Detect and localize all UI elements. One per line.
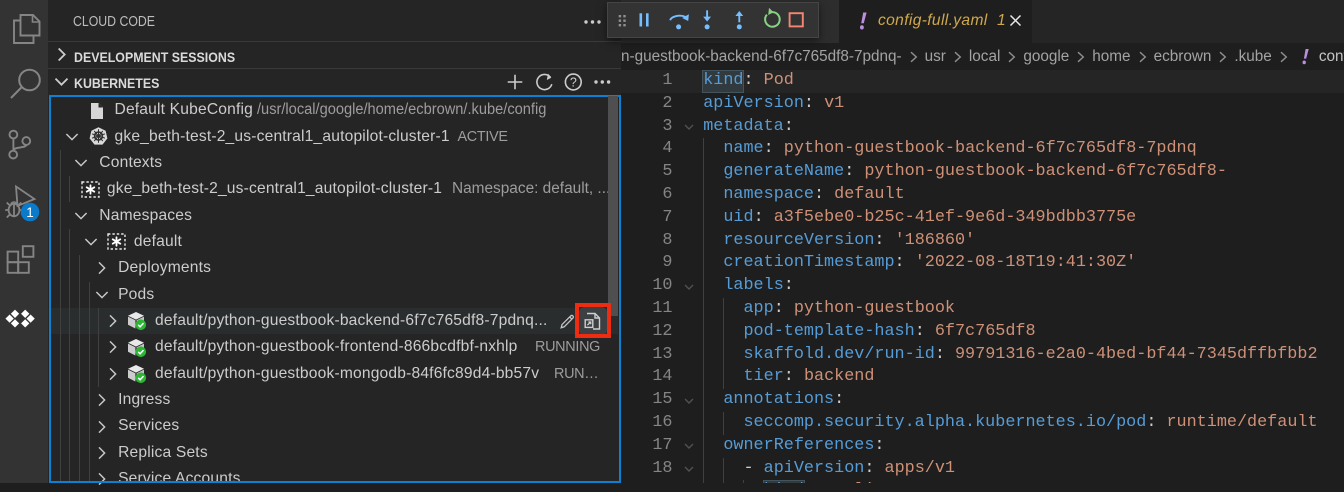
- svg-text:1: 1: [26, 205, 34, 220]
- svg-text:?: ?: [570, 75, 577, 89]
